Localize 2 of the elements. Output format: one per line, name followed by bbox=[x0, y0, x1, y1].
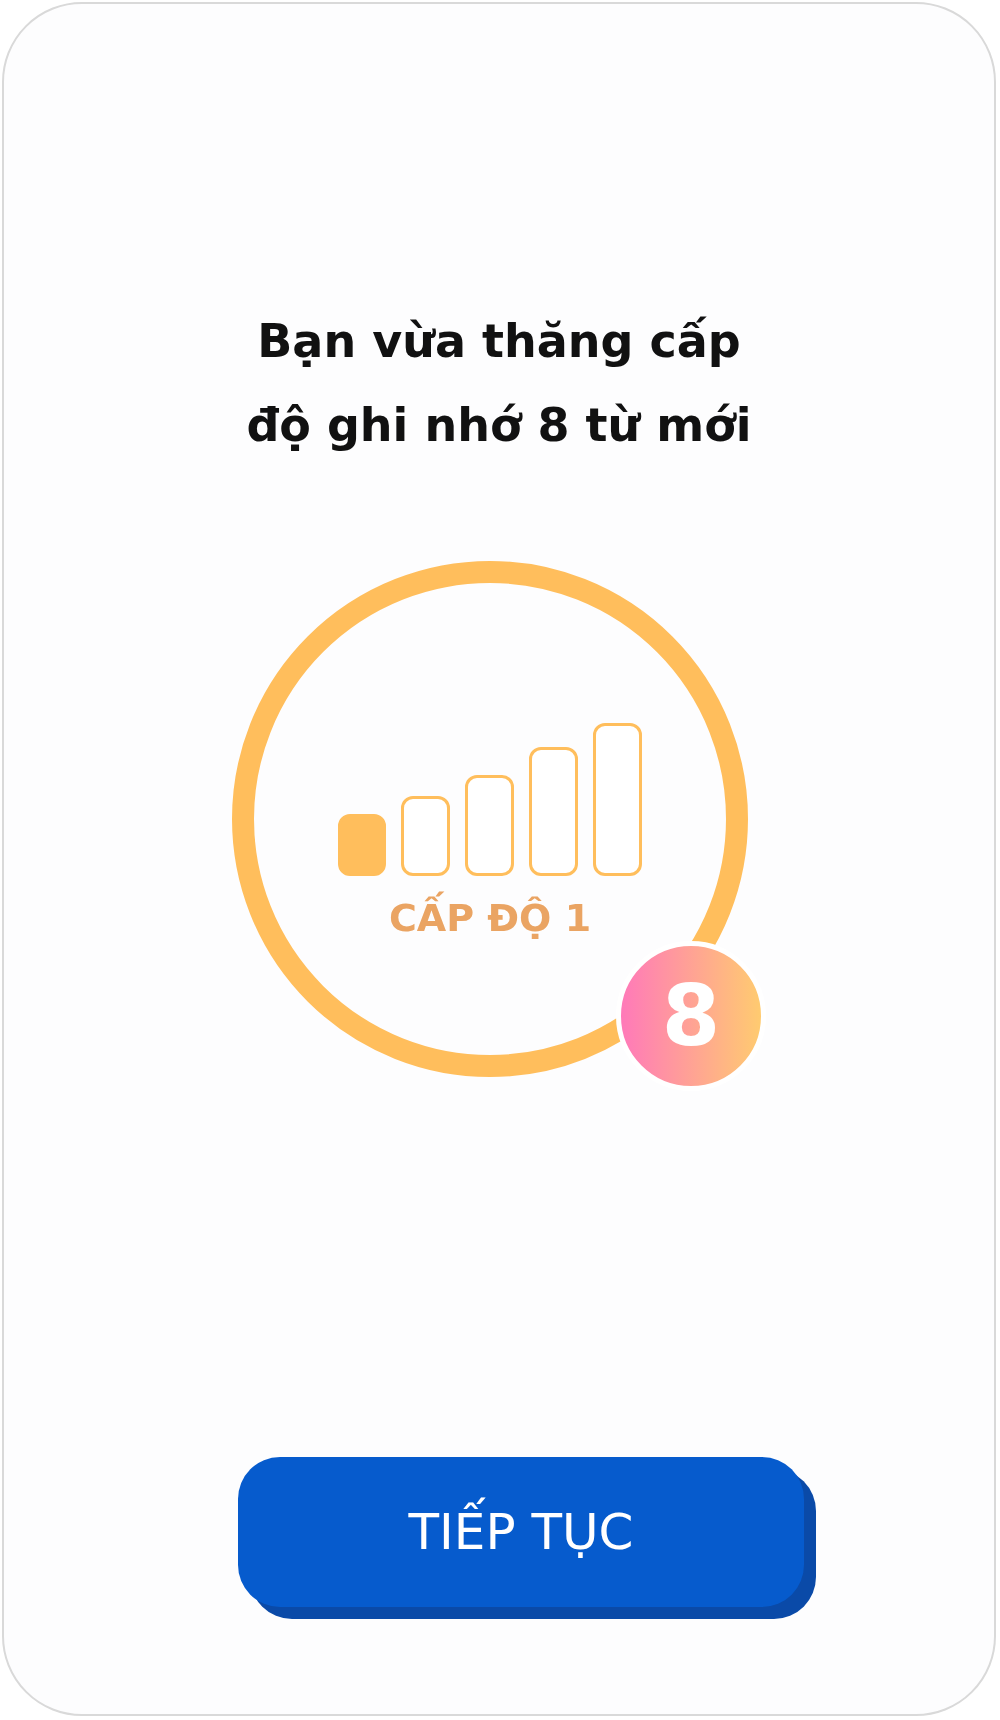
level-label: CẤP ĐỘ 1 bbox=[388, 890, 592, 947]
heading: Bạn vừa thăng cấp độ ghi nhớ 8 từ mới bbox=[245, 313, 753, 454]
